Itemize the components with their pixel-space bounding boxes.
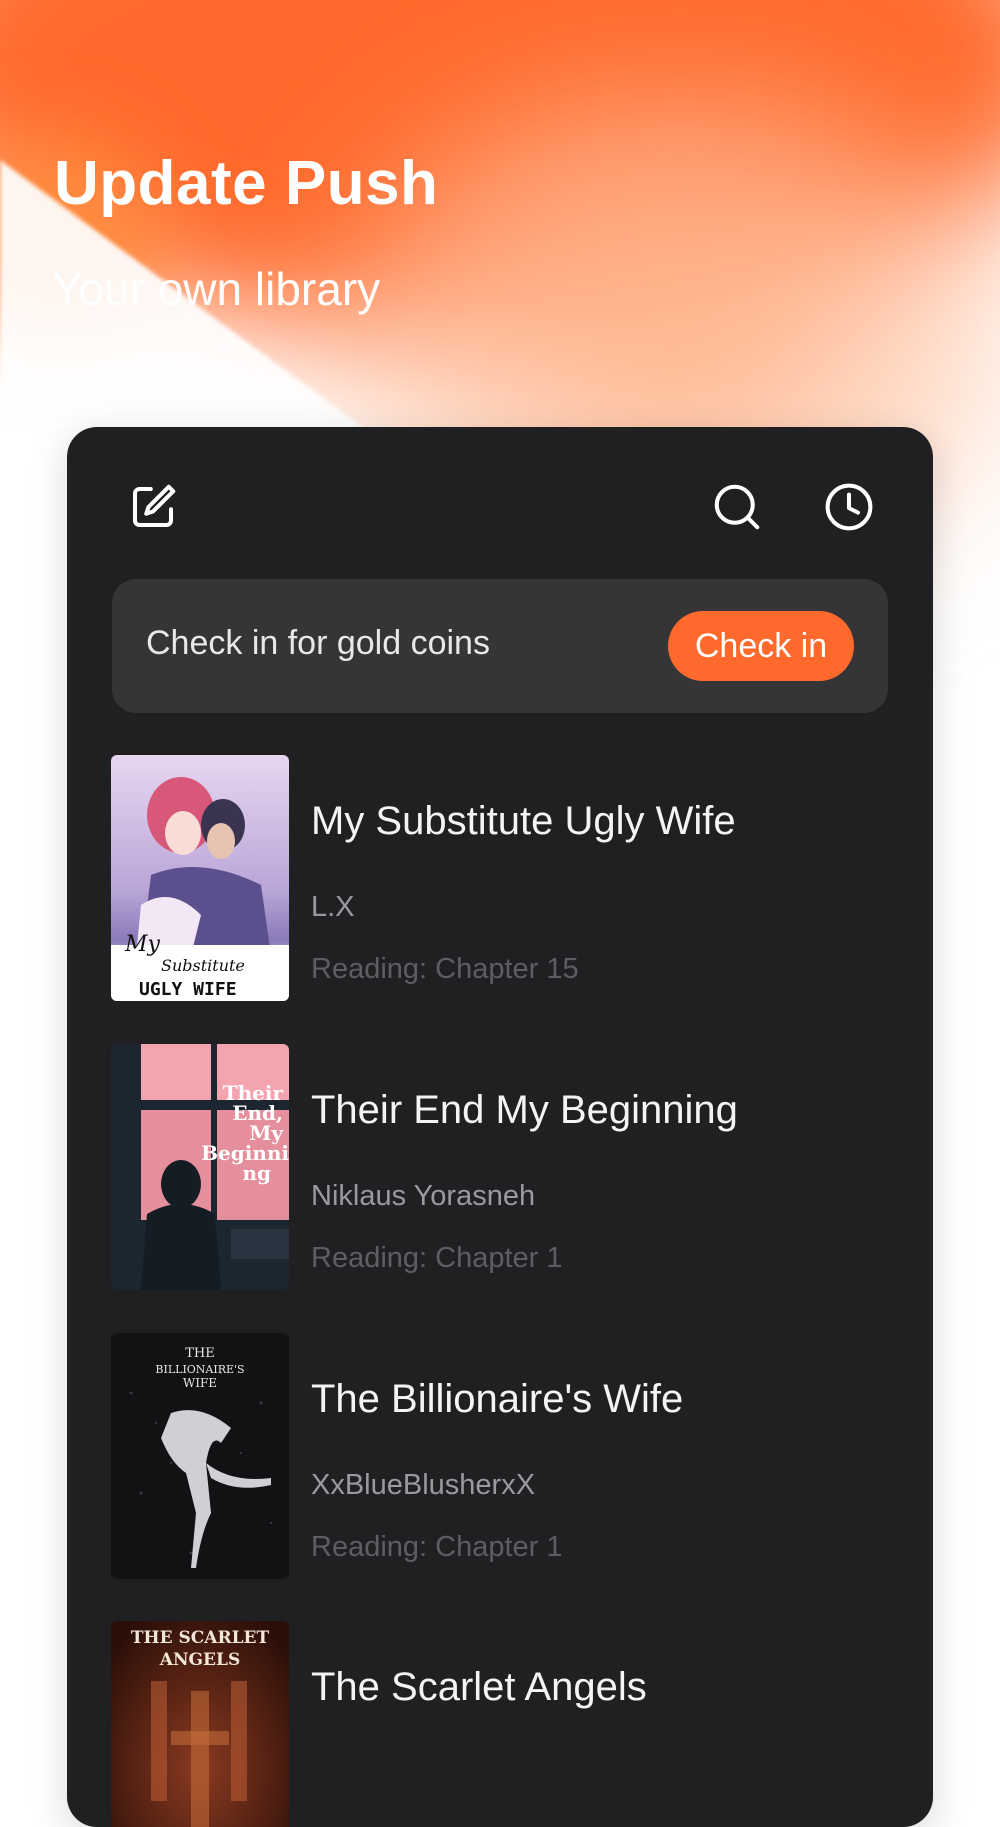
book-item[interactable]: THE SCARLET ANGELS The Scarlet Angels (111, 1621, 891, 1827)
book-cover[interactable]: THE SCARLET ANGELS (111, 1621, 289, 1827)
book-cover[interactable]: THE BILLIONAIRE'S WIFE (111, 1333, 289, 1579)
book-author: Niklaus Yorasneh (311, 1180, 536, 1212)
checkin-banner: Check in for gold coins Check in (112, 579, 888, 713)
book-item[interactable]: Their End, My Beginni ng Their End My Be… (111, 1044, 891, 1294)
book-progress: Reading: Chapter 1 (311, 1531, 563, 1563)
book-title[interactable]: Their End My Beginning (311, 1088, 738, 1133)
library-panel: Check in for gold coins Check in My Subs… (67, 427, 933, 1827)
cover-text: WIFE (183, 1376, 217, 1390)
cover-text: UGLY WIFE (139, 979, 237, 1000)
book-item[interactable]: THE BILLIONAIRE'S WIFE The Billionaire's… (111, 1333, 891, 1583)
book-author: L.X (311, 891, 355, 923)
book-title[interactable]: The Scarlet Angels (311, 1665, 647, 1710)
book-title[interactable]: The Billionaire's Wife (311, 1377, 683, 1422)
cover-text: Substitute (161, 956, 245, 975)
book-item[interactable]: My Substitute UGLY WIFE My Substitute Ug… (111, 755, 891, 1005)
book-cover[interactable]: My Substitute UGLY WIFE (111, 755, 289, 1001)
cover-text: THE SCARLET (131, 1628, 270, 1648)
book-cover[interactable]: Their End, My Beginni ng (111, 1044, 289, 1290)
edit-icon[interactable] (123, 477, 183, 537)
book-title[interactable]: My Substitute Ugly Wife (311, 799, 736, 844)
search-icon[interactable] (707, 477, 767, 537)
cover-text: THE (185, 1346, 215, 1361)
cover-text: ng (242, 1161, 271, 1185)
cover-text: ANGELS (159, 1650, 240, 1670)
history-clock-icon[interactable] (819, 477, 879, 537)
cover-text: My (124, 932, 161, 957)
cover-text: BILLIONAIRE'S (155, 1363, 244, 1376)
checkin-text: Check in for gold coins (146, 624, 490, 662)
book-progress: Reading: Chapter 15 (311, 953, 579, 985)
hero-subtitle: Your own library (52, 263, 381, 315)
book-author: XxBlueBlusherxX (311, 1469, 536, 1501)
checkin-button[interactable]: Check in (668, 611, 854, 681)
book-progress: Reading: Chapter 1 (311, 1242, 563, 1274)
hero-title: Update Push (54, 149, 439, 218)
